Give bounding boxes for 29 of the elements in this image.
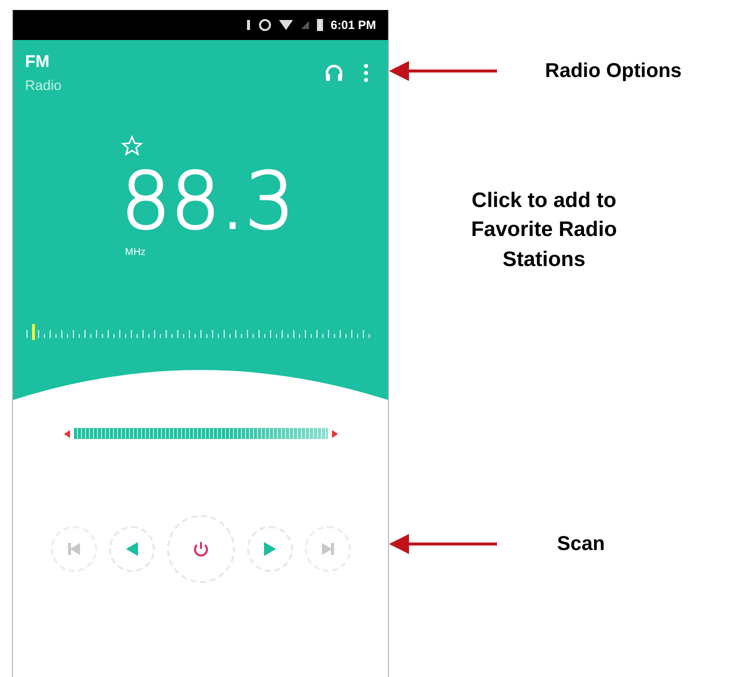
headphones-button[interactable] (324, 62, 344, 82)
seek-back-button[interactable] (108, 526, 154, 572)
seek-forward-button[interactable] (246, 526, 292, 572)
signal-icon (300, 21, 309, 29)
frequency-unit: MHz (125, 246, 146, 260)
skip-back-icon (68, 543, 80, 555)
status-time: 6:01 PM (330, 17, 376, 34)
favorite-star-button[interactable] (121, 135, 143, 157)
app-subtitle: Radio (25, 76, 63, 95)
right-triangle-icon (264, 542, 276, 556)
battery-icon (316, 19, 323, 31)
power-button[interactable] (166, 515, 234, 583)
annotation-label: Radio Options (545, 59, 682, 84)
left-triangle-icon (126, 542, 138, 556)
menu-button[interactable] (364, 64, 368, 82)
annotation-label: Click to add to Favorite Radio Stations (470, 188, 618, 273)
skip-forward-button[interactable] (304, 526, 350, 572)
headphones-icon (324, 62, 344, 82)
power-icon (192, 540, 210, 558)
annotation-label: Scan (557, 532, 605, 558)
skip-forward-icon (322, 543, 334, 555)
star-icon (121, 135, 143, 157)
volume-up-icon (332, 430, 338, 438)
more-icon (364, 64, 368, 82)
wifi-icon (278, 20, 293, 30)
frequency-display: 88.3 (121, 163, 295, 241)
volume-down-icon (64, 430, 70, 438)
app-title: FM (25, 51, 51, 74)
skip-back-button[interactable] (50, 526, 96, 572)
